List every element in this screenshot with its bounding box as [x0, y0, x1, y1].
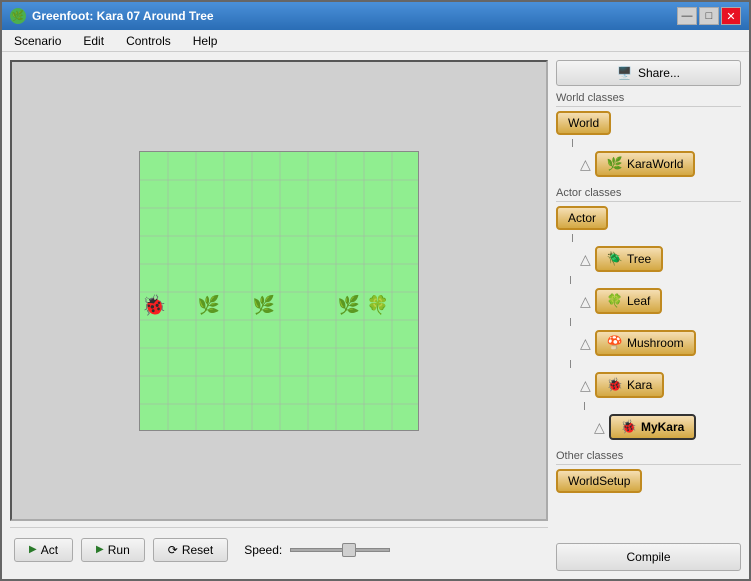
- share-icon: 🖥️: [617, 66, 632, 80]
- actor-classes-label: Actor classes: [556, 187, 741, 202]
- leaf-icon: 🍀: [607, 293, 623, 309]
- actor-class-label: Actor: [568, 211, 596, 225]
- kara-arrow: △: [580, 378, 591, 392]
- mushroom-arrow: △: [580, 336, 591, 350]
- mushroom-node-row: △ 🍄 Mushroom: [570, 330, 741, 356]
- reset-icon: ⟳: [168, 543, 178, 557]
- other-class-tree: WorldSetup: [556, 469, 741, 493]
- karaworld-arrow: △: [580, 157, 591, 171]
- window-title: Greenfoot: Kara 07 Around Tree: [32, 9, 214, 23]
- worldsetup-class-label: WorldSetup: [568, 474, 630, 488]
- minimize-button[interactable]: —: [677, 7, 697, 25]
- actor-class-box[interactable]: Actor: [556, 206, 608, 230]
- karaworld-node-row: △ 🌿 KaraWorld: [570, 151, 741, 177]
- leaf-arrow: △: [580, 294, 591, 308]
- mykara-node-row: △ 🐞 MyKara: [584, 414, 741, 440]
- mykara-class-box[interactable]: 🐞 MyKara: [609, 414, 697, 440]
- actor-class-tree: Actor △ 🪲 Tree △: [556, 206, 741, 440]
- karaworld-class-box[interactable]: 🌿 KaraWorld: [595, 151, 696, 177]
- mushroom-class-box[interactable]: 🍄 Mushroom: [595, 330, 696, 356]
- leaf-class-label: Leaf: [627, 294, 650, 308]
- bottom-controls: ▶ Act ▶ Run ⟳ Reset Speed:: [10, 527, 548, 571]
- title-bar: 🌿 Greenfoot: Kara 07 Around Tree — □ ✕: [2, 2, 749, 30]
- world-vbar: [572, 139, 573, 147]
- main-window: 🌿 Greenfoot: Kara 07 Around Tree — □ ✕ S…: [0, 0, 751, 581]
- tree-class-label: Tree: [627, 252, 651, 266]
- worldsetup-node-row: WorldSetup: [556, 469, 741, 493]
- kara-class-box[interactable]: 🐞 Kara: [595, 372, 665, 398]
- tree-arrow: △: [580, 252, 591, 266]
- reset-button[interactable]: ⟳ Reset: [153, 538, 228, 562]
- mushroom-class-label: Mushroom: [627, 336, 684, 350]
- kara-class-label: Kara: [627, 378, 652, 392]
- actor-vbar3: [570, 318, 571, 326]
- actor-node-row: Actor: [556, 206, 741, 230]
- world-node-row: World: [556, 111, 741, 135]
- menu-bar: Scenario Edit Controls Help: [2, 30, 749, 52]
- left-panel: 🐞 🌿 🌿 🌿 🍀 ▶ Act ▶ Run: [10, 60, 548, 571]
- speed-label: Speed:: [244, 543, 282, 557]
- leaf-node-row: △ 🍀 Leaf: [570, 288, 741, 314]
- grid-container: 🐞 🌿 🌿 🌿 🍀: [139, 151, 419, 431]
- menu-help[interactable]: Help: [187, 32, 224, 50]
- kara-node-row: △ 🐞 Kara: [570, 372, 741, 398]
- leaf-sprite: 🍀: [364, 292, 392, 320]
- run-label: Run: [108, 543, 130, 557]
- tree-class-box[interactable]: 🪲 Tree: [595, 246, 663, 272]
- world-class-tree: World △ 🌿 KaraWorld: [556, 111, 741, 177]
- maximize-button[interactable]: □: [699, 7, 719, 25]
- tree-icon: 🪲: [607, 251, 623, 267]
- compile-label: Compile: [626, 550, 670, 564]
- app-icon: 🌿: [10, 8, 26, 24]
- act-icon: ▶: [29, 544, 37, 555]
- karaworld-class-label: KaraWorld: [627, 157, 683, 171]
- grid-lines: [140, 152, 418, 430]
- tree-sprite-2: 🌿: [250, 292, 278, 320]
- actor-vbar1: [572, 234, 573, 242]
- act-label: Act: [41, 543, 58, 557]
- speed-slider[interactable]: [290, 548, 390, 552]
- kara-icon: 🐞: [607, 377, 623, 393]
- mykara-icon: 🐞: [621, 419, 637, 435]
- menu-controls[interactable]: Controls: [120, 32, 177, 50]
- world-view: 🐞 🌿 🌿 🌿 🍀: [10, 60, 548, 521]
- tree-sprite-1: 🌿: [195, 292, 223, 320]
- compile-button[interactable]: Compile: [556, 543, 741, 571]
- mykara-class-label: MyKara: [641, 420, 684, 434]
- karaworld-icon: 🌿: [607, 156, 623, 172]
- menu-scenario[interactable]: Scenario: [8, 32, 67, 50]
- right-panel: 🖥️ Share... World classes World △: [556, 60, 741, 571]
- actor-vbar2: [570, 276, 571, 284]
- title-bar-left: 🌿 Greenfoot: Kara 07 Around Tree: [10, 8, 214, 24]
- close-button[interactable]: ✕: [721, 7, 741, 25]
- tree-sprite-3: 🌿: [335, 292, 363, 320]
- run-icon: ▶: [96, 544, 104, 555]
- run-button[interactable]: ▶ Run: [81, 538, 145, 562]
- other-classes-label: Other classes: [556, 450, 741, 465]
- worldsetup-class-box[interactable]: WorldSetup: [556, 469, 642, 493]
- world-class-label: World: [568, 116, 599, 130]
- window-controls: — □ ✕: [677, 7, 741, 25]
- world-class-box[interactable]: World: [556, 111, 611, 135]
- act-button[interactable]: ▶ Act: [14, 538, 73, 562]
- mykara-arrow: △: [594, 420, 605, 434]
- actor-vbar4: [570, 360, 571, 368]
- reset-label: Reset: [182, 543, 213, 557]
- share-label: Share...: [638, 66, 680, 80]
- menu-edit[interactable]: Edit: [77, 32, 110, 50]
- world-classes-label: World classes: [556, 92, 741, 107]
- class-section: World classes World △ 🌿 KaraWorld: [556, 92, 741, 537]
- main-content: 🐞 🌿 🌿 🌿 🍀 ▶ Act ▶ Run: [2, 52, 749, 579]
- share-button[interactable]: 🖥️ Share...: [556, 60, 741, 86]
- kara-sprite: 🐞: [140, 292, 168, 320]
- actor-vbar5: [584, 402, 585, 410]
- leaf-class-box[interactable]: 🍀 Leaf: [595, 288, 663, 314]
- tree-node-row: △ 🪲 Tree: [570, 246, 741, 272]
- mushroom-icon: 🍄: [607, 335, 623, 351]
